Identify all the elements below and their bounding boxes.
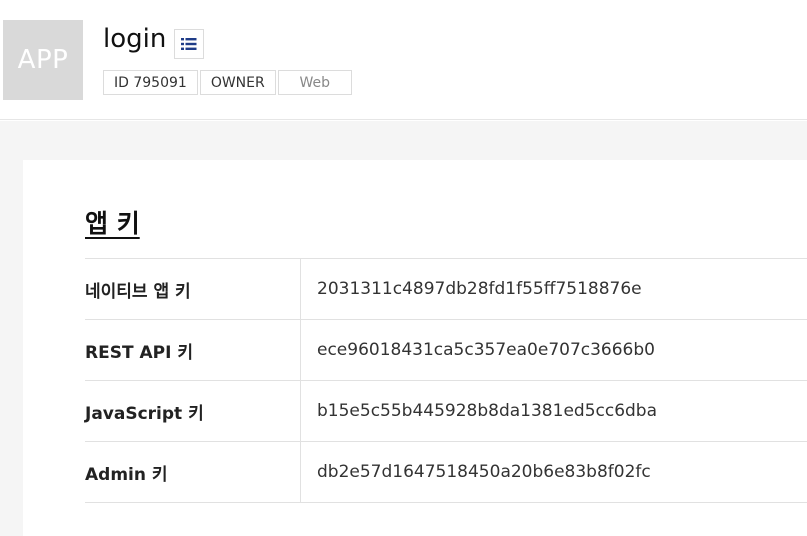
key-value[interactable]: ece96018431ca5c357ea0e707c3666b0 [301, 320, 807, 380]
platform-tag: Web [277, 70, 352, 95]
app-keys-table: 네이티브 앱 키 2031311c4897db28fd1f55ff7518876… [85, 258, 807, 503]
key-value[interactable]: 2031311c4897db28fd1f55ff7518876e [301, 259, 807, 319]
key-value[interactable]: db2e57d1647518450a20b6e83b8f02fc [301, 442, 807, 502]
key-label: 네이티브 앱 키 [85, 259, 301, 319]
key-label: JavaScript 키 [85, 381, 301, 441]
section-title: 앱 키 [85, 209, 140, 238]
role-tag: OWNER [199, 70, 276, 95]
table-row: REST API 키 ece96018431ca5c357ea0e707c366… [85, 320, 807, 381]
app-tags: ID 795091 OWNER Web [103, 70, 354, 95]
key-label: Admin 키 [85, 442, 301, 502]
key-value[interactable]: b15e5c55b445928b8da1381ed5cc6dba [301, 381, 807, 441]
app-header: APP login ID 795091 OWNER Web [0, 0, 807, 120]
app-thumbnail: APP [3, 20, 83, 100]
list-icon [181, 38, 197, 50]
table-row: JavaScript 키 b15e5c55b445928b8da1381ed5c… [85, 381, 807, 442]
app-id-tag: ID 795091 [103, 70, 198, 95]
app-list-button[interactable] [174, 29, 204, 59]
table-row: 네이티브 앱 키 2031311c4897db28fd1f55ff7518876… [85, 259, 807, 320]
app-thumbnail-text: APP [17, 45, 69, 75]
app-keys-card: 앱 키 네이티브 앱 키 2031311c4897db28fd1f55ff751… [23, 160, 807, 536]
key-label: REST API 키 [85, 320, 301, 380]
app-title: login [103, 24, 167, 54]
table-row: Admin 키 db2e57d1647518450a20b6e83b8f02fc [85, 442, 807, 503]
